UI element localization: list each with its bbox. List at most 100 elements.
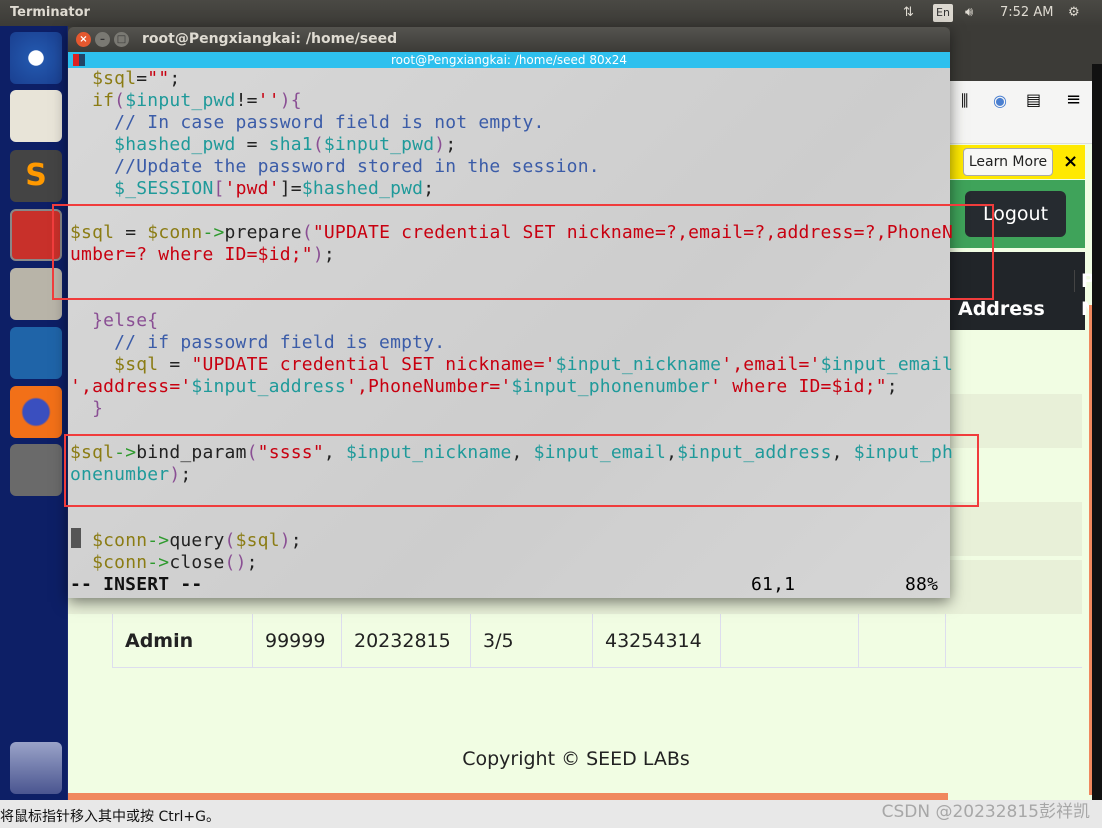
code-token: $input_email [820, 354, 954, 375]
code-line: $conn->close(); [70, 552, 258, 574]
terminal-tab-bar: root@Pengxiangkai: /home/seed 80x24 [68, 52, 950, 68]
highlight-box-bind-param [64, 434, 979, 507]
vim-mode: -- INSERT -- [70, 574, 203, 595]
minimize-icon[interactable]: – [95, 32, 110, 47]
code-token: ; [290, 530, 302, 551]
close-window-icon[interactable]: × [76, 32, 91, 47]
active-app-name: Terminator [10, 5, 90, 20]
cell-ssn: 43254314 [592, 614, 720, 668]
cell-eid: 99999 [252, 614, 341, 668]
code-token: $sql [235, 530, 280, 551]
code-line: $hashed_pwd = sha1($input_pwd); [70, 134, 456, 156]
volume-icon[interactable]: 🔊︎ [965, 5, 973, 20]
keyboard-indicator[interactable]: En [933, 4, 953, 22]
menu-icon[interactable]: ≡ [1066, 89, 1081, 110]
library-icon[interactable]: ⫼ [961, 91, 968, 111]
sidebar-icon[interactable]: ▤ [1026, 90, 1041, 109]
watermark: CSDN @20232815彭祥凯 [881, 802, 1090, 822]
terminal-content[interactable]: $sql=""; if($input_pwd!=''){ // In case … [68, 68, 954, 598]
maximize-icon[interactable]: □ [114, 32, 129, 47]
code-token: $input_phonenumber [511, 376, 711, 397]
code-token: // In case password field is not empty. [70, 112, 545, 133]
learn-more-button[interactable]: Learn More [963, 148, 1053, 176]
vim-percent: 88% [905, 574, 939, 595]
code-line: // In case password field is not empty. [70, 112, 545, 134]
code-token: ( [224, 530, 236, 551]
code-token: $_SESSION [114, 178, 214, 199]
code-token: -> [147, 552, 170, 573]
code-token: ]= [279, 178, 302, 199]
code-token: 'pwd' [224, 178, 280, 199]
close-icon[interactable]: × [1063, 151, 1078, 172]
code-token: sha1 [268, 134, 313, 155]
cell-birthday: 3/5 [470, 614, 592, 668]
code-token: ; [886, 376, 898, 397]
power-gear-icon[interactable]: ⚙ [1068, 5, 1080, 20]
status-hint: 将鼠标指针移入其中或按 Ctrl+G。 [0, 809, 220, 825]
sync-icon[interactable]: ◉ [993, 91, 1007, 110]
code-token: } [92, 398, 104, 419]
wireshark-icon[interactable] [10, 327, 62, 379]
code-token: () [224, 552, 247, 573]
code-token: $hashed_pwd [114, 134, 236, 155]
code-line: $_SESSION['pwd']=$hashed_pwd; [70, 178, 434, 200]
code-token: -> [147, 530, 170, 551]
code-token: ( [114, 90, 126, 111]
horizontal-scrollbar[interactable] [68, 793, 948, 800]
cell-address [945, 614, 1082, 668]
header-address: Address [958, 298, 1045, 320]
desktop-background [1092, 64, 1102, 800]
network-icon[interactable]: ⇅ [903, 5, 914, 20]
code-token: [ [213, 178, 225, 199]
code-token: $input_nickname [555, 354, 722, 375]
code-line: ',address='$input_address',PhoneNumber='… [70, 376, 898, 398]
code-token: close [169, 552, 225, 573]
code-token: if [92, 90, 115, 111]
code-line: //Update the password stored in the sess… [70, 156, 600, 178]
text-cursor [71, 528, 81, 548]
cell-name: Admin [112, 614, 252, 668]
firefox-icon[interactable] [10, 386, 62, 438]
code-token: $sql [114, 354, 159, 375]
code-line: if($input_pwd!=''){ [70, 90, 302, 112]
terminal-menu-icon[interactable] [73, 54, 85, 66]
code-token: ; [246, 552, 258, 573]
terminal-titlebar: × – □ root@Pengxiangkai: /home/seed [68, 27, 950, 52]
code-token: = [136, 68, 148, 89]
cell-salary: 20232815 [341, 614, 470, 668]
window-title: root@Pengxiangkai: /home/seed [142, 31, 398, 47]
code-token: = [235, 134, 269, 155]
code-token: ) [279, 530, 291, 551]
code-token: $input_pwd [323, 134, 435, 155]
code-token: ' where ID=$id;" [710, 376, 887, 397]
vim-position: 61,1 [751, 574, 796, 595]
text-editor-icon[interactable] [10, 90, 62, 142]
footer-copyright: Copyright © SEED LABs [462, 748, 690, 770]
system-settings-icon[interactable] [10, 444, 62, 496]
code-line: }else{ [70, 310, 158, 332]
launcher: S [0, 26, 68, 800]
ubuntu-dash-icon[interactable] [10, 32, 62, 84]
code-line: $conn->query($sql); [70, 530, 302, 552]
code-token: // if passowrd field is empty. [70, 332, 446, 353]
code-token: '' [257, 90, 280, 111]
code-token: ; [445, 134, 457, 155]
terminal-tab-title: root@Pengxiangkai: /home/seed 80x24 [391, 53, 627, 67]
code-token: $input_pwd [125, 90, 236, 111]
sublime-text-icon[interactable]: S [10, 150, 62, 202]
code-token: }else{ [92, 310, 159, 331]
code-token: ',email=' [721, 354, 821, 375]
code-token: ',PhoneNumber=' [345, 376, 512, 397]
code-token: "" [147, 68, 170, 89]
top-panel: Terminator ⇅ En 🔊︎ 7:52 AM ⚙ [0, 0, 1102, 26]
code-token: $sql [92, 68, 137, 89]
code-token: ',address=' [70, 376, 192, 397]
code-line: } [70, 398, 103, 420]
clock[interactable]: 7:52 AM [1000, 5, 1053, 20]
code-line: $sql=""; [70, 68, 180, 90]
